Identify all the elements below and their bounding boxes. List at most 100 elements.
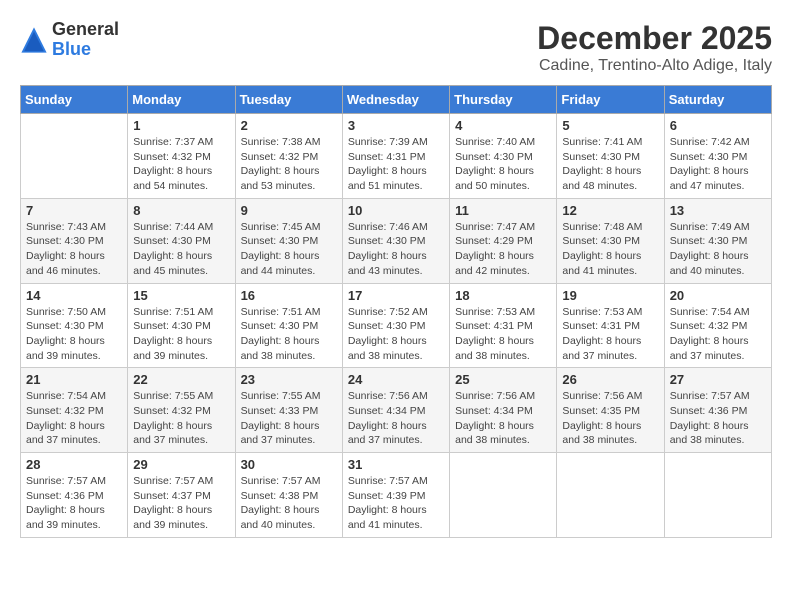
calendar-cell: 22Sunrise: 7:55 AMSunset: 4:32 PMDayligh… [128,368,235,453]
day-number: 5 [562,118,658,133]
location-title: Cadine, Trentino-Alto Adige, Italy [537,57,772,75]
day-number: 30 [241,457,337,472]
day-info: Sunrise: 7:54 AMSunset: 4:32 PMDaylight:… [670,305,766,364]
day-number: 12 [562,203,658,218]
day-number: 13 [670,203,766,218]
day-info: Sunrise: 7:52 AMSunset: 4:30 PMDaylight:… [348,305,444,364]
calendar-cell: 19 Sunrise: 7:53 AMSunset: 4:31 PMDayligh… [557,283,664,368]
day-info: Sunrise: 7:41 AMSunset: 4:30 PMDaylight:… [562,135,658,194]
day-info: Sunrise: 7:54 AMSunset: 4:32 PMDaylight:… [26,389,122,448]
day-info: Sunrise: 7:57 AMSunset: 4:37 PMDaylight:… [133,474,229,533]
day-number: 29 [133,457,229,472]
day-info: Sunrise: 7:42 AMSunset: 4:30 PMDaylight:… [670,135,766,194]
calendar-week-row: 1 Sunrise: 7:37 AMSunset: 4:32 PMDaylight… [21,114,772,199]
day-info: Sunrise: 7:46 AMSunset: 4:30 PMDaylight:… [348,220,444,279]
calendar-week-row: 7 Sunrise: 7:43 AMSunset: 4:30 PMDaylight… [21,198,772,283]
day-info: Sunrise: 7:47 AMSunset: 4:29 PMDaylight:… [455,220,551,279]
calendar-week-row: 21 Sunrise: 7:54 AMSunset: 4:32 PMDayligh… [21,368,772,453]
day-number: 18 [455,288,551,303]
day-number: 16 [241,288,337,303]
day-info: Sunrise: 7:56 AMSunset: 4:34 PMDaylight:… [348,389,444,448]
day-number: 4 [455,118,551,133]
day-info: Sunrise: 7:43 AMSunset: 4:30 PMDaylight:… [26,220,122,279]
calendar-cell: 26 Sunrise: 7:56 AMSunset: 4:35 PMDayligh… [557,368,664,453]
calendar-table: SundayMondayTuesdayWednesdayThursdayFrid… [20,85,772,538]
calendar-cell: 31 Sunrise: 7:57 AMSunset: 4:39 PMDayligh… [342,453,449,538]
day-info: Sunrise: 7:53 AMSunset: 4:31 PMDaylight:… [562,305,658,364]
day-number: 28 [26,457,122,472]
day-info: Sunrise: 7:51 AMSunset: 4:30 PMDaylight:… [241,305,337,364]
calendar-cell: 21 Sunrise: 7:54 AMSunset: 4:32 PMDayligh… [21,368,128,453]
calendar-cell: 20Sunrise: 7:54 AMSunset: 4:32 PMDayligh… [664,283,771,368]
day-number: 9 [241,203,337,218]
calendar-cell: 4 Sunrise: 7:40 AMSunset: 4:30 PMDaylight… [450,114,557,199]
day-info: Sunrise: 7:55 AMSunset: 4:32 PMDaylight:… [133,389,229,448]
day-number: 25 [455,372,551,387]
calendar-week-row: 28Sunrise: 7:57 AMSunset: 4:36 PMDayligh… [21,453,772,538]
weekday-header: Monday [128,86,235,114]
weekday-header: Wednesday [342,86,449,114]
day-number: 21 [26,372,122,387]
calendar-cell: 25Sunrise: 7:56 AMSunset: 4:34 PMDayligh… [450,368,557,453]
calendar-cell [664,453,771,538]
day-info: Sunrise: 7:40 AMSunset: 4:30 PMDaylight:… [455,135,551,194]
weekday-header: Thursday [450,86,557,114]
logo-blue: Blue [52,39,91,59]
day-number: 15 [133,288,229,303]
calendar-cell: 13 Sunrise: 7:49 AMSunset: 4:30 PMDayligh… [664,198,771,283]
day-info: Sunrise: 7:48 AMSunset: 4:30 PMDaylight:… [562,220,658,279]
logo-icon [20,26,48,54]
calendar-cell: 1 Sunrise: 7:37 AMSunset: 4:32 PMDaylight… [128,114,235,199]
day-number: 6 [670,118,766,133]
day-number: 1 [133,118,229,133]
calendar-cell: 18 Sunrise: 7:53 AMSunset: 4:31 PMDayligh… [450,283,557,368]
calendar-cell: 14 Sunrise: 7:50 AMSunset: 4:30 PMDayligh… [21,283,128,368]
day-number: 7 [26,203,122,218]
day-info: Sunrise: 7:45 AMSunset: 4:30 PMDaylight:… [241,220,337,279]
day-info: Sunrise: 7:57 AMSunset: 4:39 PMDaylight:… [348,474,444,533]
day-number: 31 [348,457,444,472]
day-number: 19 [562,288,658,303]
calendar-week-row: 14 Sunrise: 7:50 AMSunset: 4:30 PMDayligh… [21,283,772,368]
weekday-header: Friday [557,86,664,114]
calendar-cell: 10 Sunrise: 7:46 AMSunset: 4:30 PMDayligh… [342,198,449,283]
day-number: 10 [348,203,444,218]
day-info: Sunrise: 7:57 AMSunset: 4:38 PMDaylight:… [241,474,337,533]
calendar-cell: 27 Sunrise: 7:57 AMSunset: 4:36 PMDayligh… [664,368,771,453]
calendar-cell: 17 Sunrise: 7:52 AMSunset: 4:30 PMDayligh… [342,283,449,368]
day-info: Sunrise: 7:50 AMSunset: 4:30 PMDaylight:… [26,305,122,364]
calendar-cell: 7 Sunrise: 7:43 AMSunset: 4:30 PMDaylight… [21,198,128,283]
day-number: 3 [348,118,444,133]
calendar-cell: 11 Sunrise: 7:47 AMSunset: 4:29 PMDayligh… [450,198,557,283]
day-info: Sunrise: 7:53 AMSunset: 4:31 PMDaylight:… [455,305,551,364]
day-info: Sunrise: 7:37 AMSunset: 4:32 PMDaylight:… [133,135,229,194]
calendar-cell: 3Sunrise: 7:39 AMSunset: 4:31 PMDaylight… [342,114,449,199]
day-info: Sunrise: 7:57 AMSunset: 4:36 PMDaylight:… [670,389,766,448]
day-info: Sunrise: 7:38 AMSunset: 4:32 PMDaylight:… [241,135,337,194]
day-info: Sunrise: 7:49 AMSunset: 4:30 PMDaylight:… [670,220,766,279]
day-number: 11 [455,203,551,218]
weekday-header: Sunday [21,86,128,114]
calendar-header-row: SundayMondayTuesdayWednesdayThursdayFrid… [21,86,772,114]
day-number: 26 [562,372,658,387]
day-info: Sunrise: 7:44 AMSunset: 4:30 PMDaylight:… [133,220,229,279]
calendar-cell: 23Sunrise: 7:55 AMSunset: 4:33 PMDayligh… [235,368,342,453]
calendar-cell [450,453,557,538]
calendar-cell: 2 Sunrise: 7:38 AMSunset: 4:32 PMDaylight… [235,114,342,199]
calendar-cell: 24Sunrise: 7:56 AMSunset: 4:34 PMDayligh… [342,368,449,453]
day-number: 2 [241,118,337,133]
day-number: 17 [348,288,444,303]
day-number: 8 [133,203,229,218]
day-number: 14 [26,288,122,303]
calendar-cell [557,453,664,538]
day-number: 27 [670,372,766,387]
calendar-cell: 6 Sunrise: 7:42 AMSunset: 4:30 PMDaylight… [664,114,771,199]
calendar-cell: 9 Sunrise: 7:45 AMSunset: 4:30 PMDaylight… [235,198,342,283]
calendar-cell: 29 Sunrise: 7:57 AMSunset: 4:37 PMDayligh… [128,453,235,538]
calendar-cell: 16 Sunrise: 7:51 AMSunset: 4:30 PMDayligh… [235,283,342,368]
day-info: Sunrise: 7:56 AMSunset: 4:35 PMDaylight:… [562,389,658,448]
day-info: Sunrise: 7:51 AMSunset: 4:30 PMDaylight:… [133,305,229,364]
title-block: December 2025 Cadine, Trentino-Alto Adig… [537,20,772,75]
logo-general: General [52,19,119,39]
calendar-cell: 12 Sunrise: 7:48 AMSunset: 4:30 PMDayligh… [557,198,664,283]
